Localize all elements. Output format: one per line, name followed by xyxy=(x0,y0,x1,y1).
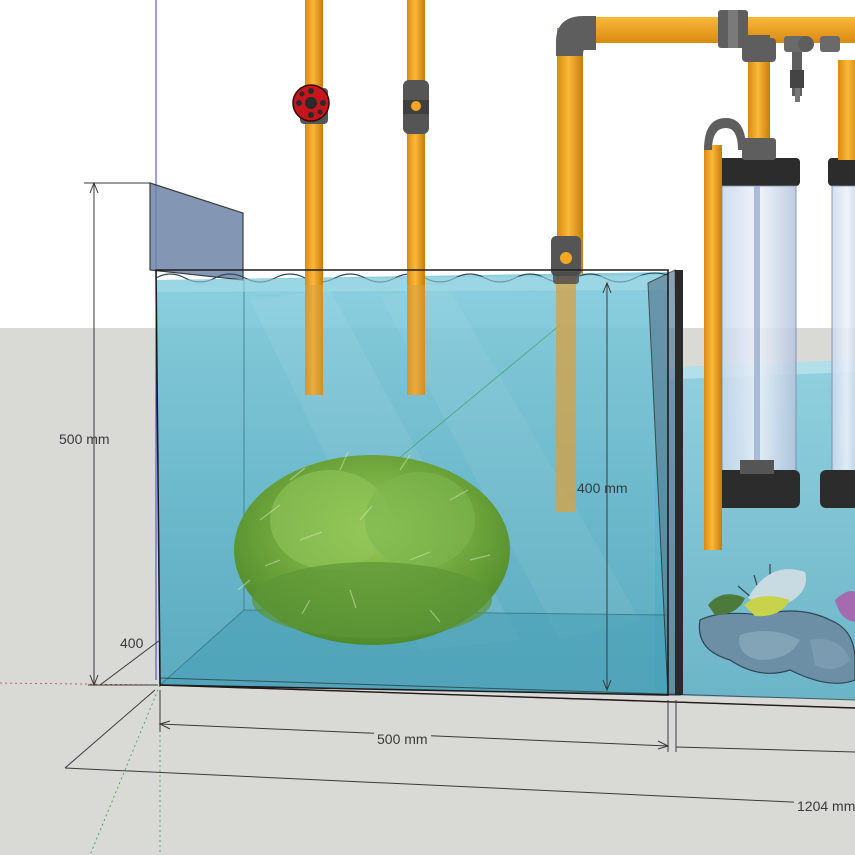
dimension-label-depth[interactable]: 400 xyxy=(120,635,143,651)
sump-wall xyxy=(675,270,683,695)
return-union[interactable] xyxy=(551,236,581,284)
drain-pipe-left xyxy=(305,0,323,395)
reactor-left xyxy=(714,158,800,508)
return-pipe-display xyxy=(556,270,576,512)
drain-pipe-middle xyxy=(407,0,425,395)
dimension-label-height[interactable]: 500 mm xyxy=(59,431,110,447)
dimension-label-water-height[interactable]: 400 mm xyxy=(577,480,628,496)
ball-valve-icon[interactable] xyxy=(403,80,429,134)
aquarium-model xyxy=(0,0,855,855)
dimension-label-total-length[interactable]: 1204 mm xyxy=(794,798,855,814)
sketchup-viewport[interactable]: 500 mm 400 400 mm 500 mm 1204 mm xyxy=(0,0,855,855)
dimension-label-width[interactable]: 500 mm xyxy=(374,731,431,747)
